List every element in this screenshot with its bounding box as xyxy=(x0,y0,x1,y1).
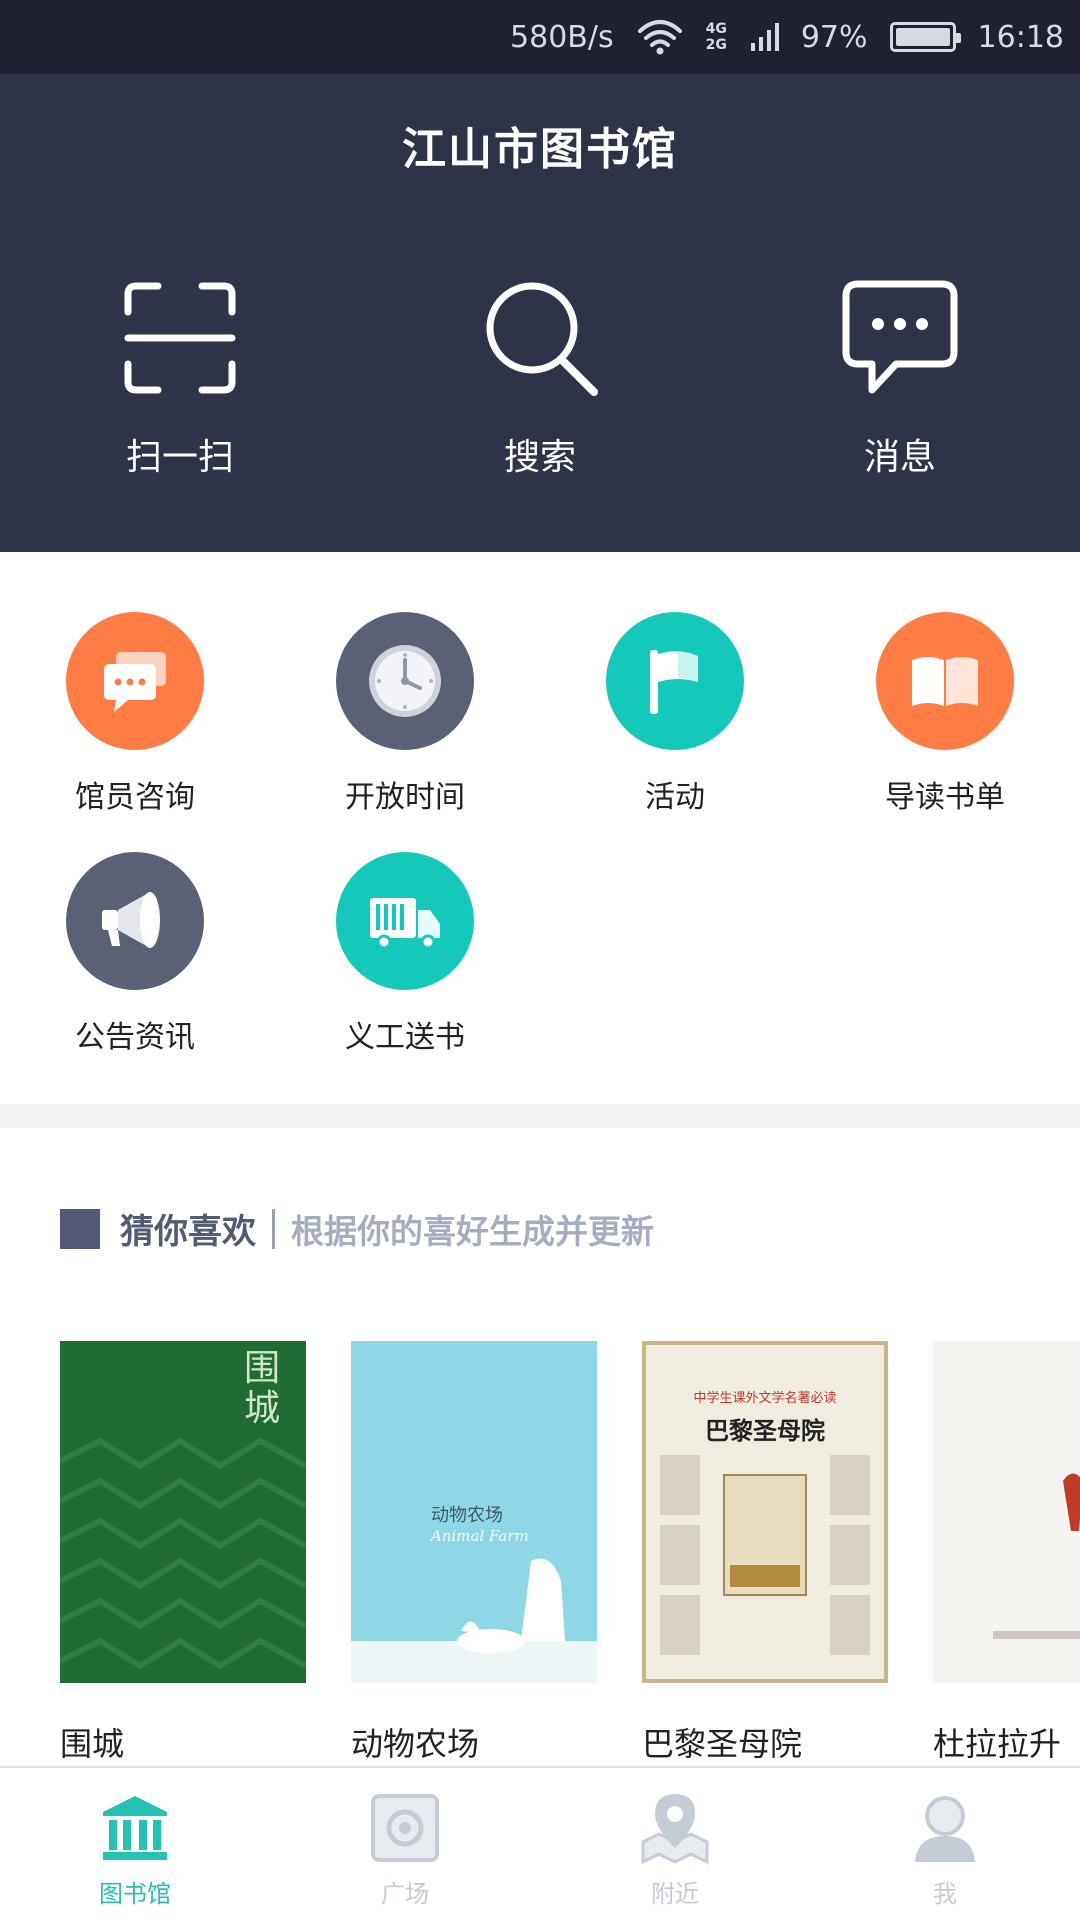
search-label: 搜索 xyxy=(503,437,576,478)
feature-librarian-consult[interactable]: 馆员咨询 xyxy=(0,612,270,816)
quick-actions: 扫一扫 搜索 消息 xyxy=(0,216,1080,552)
message-button[interactable]: 消息 xyxy=(720,216,1080,552)
book-card[interactable]: 中学生课外文学名著必读 巴黎圣母院 巴黎圣母院 xyxy=(642,1341,888,1761)
feature-circle xyxy=(66,612,204,750)
recommend-header: 猜你喜欢 根据你的喜好生成并更新 xyxy=(60,1204,654,1253)
nav-label: 图书馆 xyxy=(99,1880,171,1908)
clock-icon xyxy=(369,645,441,717)
scan-icon xyxy=(124,282,236,394)
book-title: 动物农场 xyxy=(351,1725,480,1761)
library-icon xyxy=(103,1796,167,1860)
feature-label: 义工送书 xyxy=(345,1020,465,1055)
recommend-section: 猜你喜欢 根据你的喜好生成并更新 围城 围城 动物农场 Animal Farm … xyxy=(0,1128,1080,1768)
feature-announcements[interactable]: 公告资讯 xyxy=(0,852,270,1056)
feature-circle xyxy=(876,612,1014,750)
feature-label: 开放时间 xyxy=(345,780,465,815)
book-cover: 动物农场 Animal Farm xyxy=(351,1341,597,1683)
wifi-icon xyxy=(637,20,682,55)
nav-label: 附近 xyxy=(651,1880,699,1908)
feature-label: 公告资讯 xyxy=(75,1020,195,1055)
book-card[interactable]: 杜拉拉升 xyxy=(933,1341,1080,1761)
feature-opening-hours[interactable]: 开放时间 xyxy=(270,612,540,816)
user-icon xyxy=(915,1796,975,1862)
page-title: 江山市图书馆 xyxy=(402,124,678,175)
cover-illustration xyxy=(993,1473,1080,1639)
truck-icon xyxy=(370,898,440,950)
recommend-title: 猜你喜欢 xyxy=(120,1212,256,1252)
bottom-nav: 图书馆 广场 附近 我 xyxy=(0,1766,1080,1920)
flag-icon xyxy=(650,650,698,714)
cover-title: 围城 xyxy=(244,1348,281,1429)
book-card[interactable]: 围城 围城 xyxy=(60,1341,306,1761)
network-type: 4G 2G xyxy=(705,21,727,53)
search-icon xyxy=(486,282,598,396)
book-title: 巴黎圣母院 xyxy=(642,1725,803,1761)
app-screen: 580B/s 4G 2G 97% 16:18 江山市图书馆 扫一扫 搜索 消息 … xyxy=(0,0,1080,1920)
cover-illustration xyxy=(351,1558,597,1683)
megaphone-icon xyxy=(102,892,160,948)
search-button[interactable]: 搜索 xyxy=(360,216,720,552)
feature-circle xyxy=(66,852,204,990)
nav-label: 我 xyxy=(933,1880,957,1908)
feature-activities[interactable]: 活动 xyxy=(540,612,810,816)
book-icon xyxy=(912,657,978,706)
chat-bubbles-icon xyxy=(104,652,166,712)
feature-grid: 馆员咨询 开放时间 活动 导读书单 公告资讯 义工送书 xyxy=(0,552,1080,1104)
scan-label: 扫一扫 xyxy=(125,437,234,478)
feature-circle xyxy=(336,852,474,990)
message-label: 消息 xyxy=(863,437,936,478)
nearby-map-icon xyxy=(641,1794,709,1865)
title-bar: 江山市图书馆 xyxy=(0,74,1080,216)
feature-label: 导读书单 xyxy=(885,780,1005,815)
recommend-subtitle: 根据你的喜好生成并更新 xyxy=(291,1211,654,1251)
feature-reading-list[interactable]: 导读书单 xyxy=(810,612,1080,816)
nav-label: 广场 xyxy=(381,1880,429,1908)
header-divider xyxy=(272,1208,275,1249)
battery-icon xyxy=(889,22,961,52)
book-cover: 中学生课外文学名著必读 巴黎圣母院 xyxy=(642,1341,888,1683)
signal-icon xyxy=(750,23,779,51)
status-bar: 580B/s 4G 2G 97% 16:18 xyxy=(0,0,1080,74)
feature-volunteer-delivery[interactable]: 义工送书 xyxy=(270,852,540,1056)
feature-label: 馆员咨询 xyxy=(75,780,195,815)
section-marker xyxy=(60,1208,100,1249)
nav-tab-me[interactable]: 我 xyxy=(810,1768,1080,1920)
cover-illustration xyxy=(660,1455,870,1655)
feature-circle xyxy=(606,612,744,750)
book-title: 围城 xyxy=(60,1725,125,1761)
network-speed: 580B/s xyxy=(510,19,614,55)
book-carousel[interactable]: 围城 围城 动物农场 Animal Farm 动物农场 中学生课外文学名著必读 … xyxy=(60,1341,1080,1761)
book-title: 杜拉拉升 xyxy=(933,1725,1062,1761)
battery-percent: 97% xyxy=(800,19,868,55)
book-cover xyxy=(933,1341,1080,1683)
nav-tab-library[interactable]: 图书馆 xyxy=(0,1768,270,1920)
nav-tab-square[interactable]: 广场 xyxy=(270,1768,540,1920)
square-icon xyxy=(371,1794,439,1862)
book-card[interactable]: 动物农场 Animal Farm 动物农场 xyxy=(351,1341,597,1761)
section-divider xyxy=(0,1104,1080,1128)
message-icon xyxy=(842,280,958,394)
feature-circle xyxy=(336,612,474,750)
book-cover: 围城 xyxy=(60,1341,306,1683)
feature-label: 活动 xyxy=(645,780,705,815)
clock-time: 16:18 xyxy=(977,19,1064,55)
nav-tab-nearby[interactable]: 附近 xyxy=(540,1768,810,1920)
scan-button[interactable]: 扫一扫 xyxy=(0,216,360,552)
